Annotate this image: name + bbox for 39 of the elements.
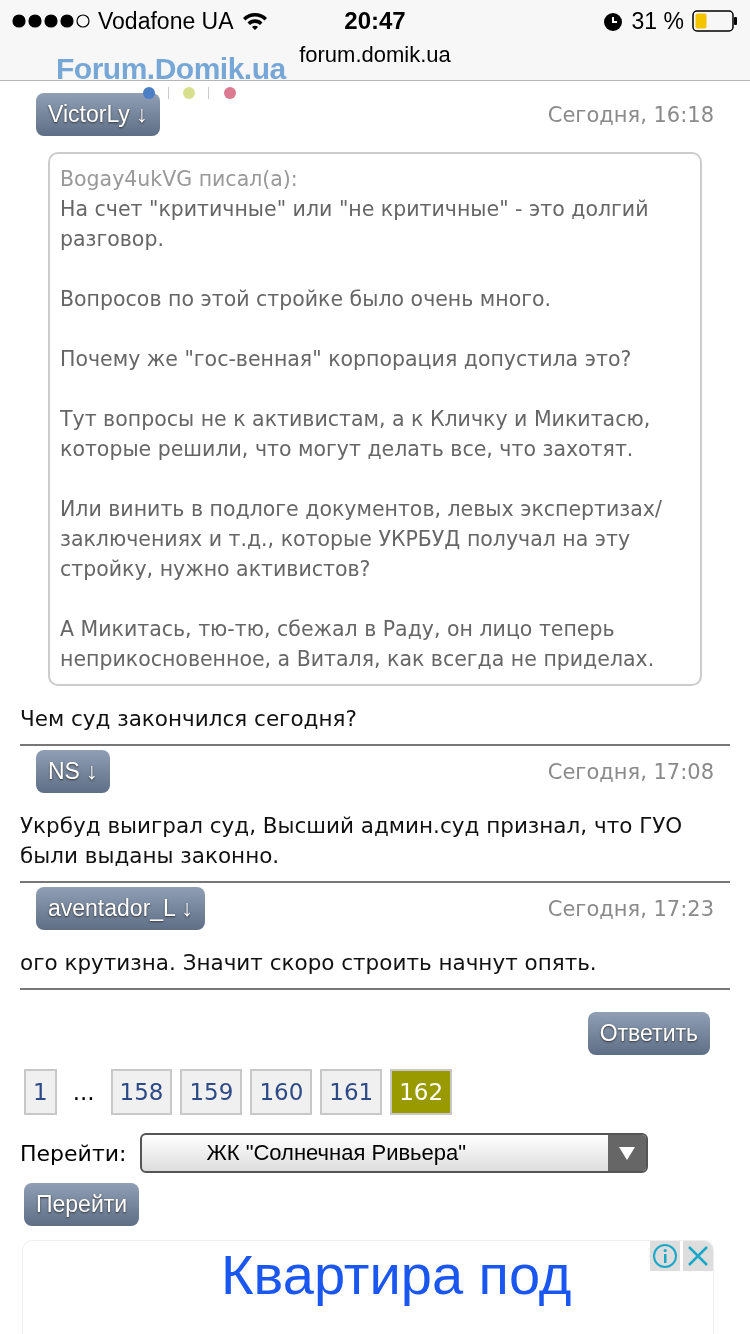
carrier-name: Vodafone UA	[98, 7, 234, 35]
page-link[interactable]: 162	[390, 1069, 453, 1115]
go-button[interactable]: Перейти	[24, 1183, 140, 1226]
quote-paragraph: Или винить в подлоге документов, левых экспертизах/заключениях и т.д., которые УКРБУД получал на эту стройку, нужно активистов?	[60, 496, 663, 583]
quote-paragraph: Тут вопросы не к активистам, а к Кличку и Микитасю, которые решили, что могут делать все, что захотят.	[60, 406, 652, 463]
post-date: Сегодня, 17:23	[547, 896, 714, 921]
forum-select[interactable]: ЖК "Солнечная Ривьера"	[140, 1133, 648, 1173]
author-button[interactable]: NS ↓	[36, 750, 110, 793]
page-link[interactable]: 160	[250, 1069, 313, 1115]
quote-author: Bogay4ukVG писал(а):	[60, 166, 299, 193]
post-date: Сегодня, 17:08	[547, 759, 714, 784]
author-button[interactable]: VictorLy ↓	[36, 93, 160, 136]
quote-paragraph: На счет "критичные" или "не критичные" - это долгий разговор.	[60, 196, 650, 253]
author-button[interactable]: aventador_L ↓	[36, 887, 205, 930]
post-text: Укрбуд выиграл суд, Высший админ.суд признал, что ГУО были выданы законно.	[20, 812, 684, 870]
wifi-icon	[241, 11, 268, 31]
page-link[interactable]: 161	[320, 1069, 383, 1115]
address-url[interactable]: forum.domik.ua	[299, 42, 451, 67]
quote-paragraph: Почему же "гос-венная" корпорация допустила это?	[60, 346, 633, 373]
page-link[interactable]: 158	[110, 1069, 173, 1115]
battery-percent: 31 %	[631, 7, 684, 35]
reply-button[interactable]: Ответить	[587, 1012, 710, 1055]
page-link[interactable]: 159	[180, 1069, 243, 1115]
caret-icon	[608, 1135, 646, 1171]
quote-paragraph: Вопросов по этой стройке было очень много.	[60, 286, 553, 313]
info-icon[interactable]	[650, 1241, 680, 1271]
signal-icon	[12, 14, 90, 28]
post-text: ого крутизна. Значит скоро строить начнут опять.	[20, 949, 598, 977]
clock-time: 20:47	[344, 7, 406, 35]
dots-icon	[142, 86, 238, 100]
ad-banner[interactable]: Квартира под	[22, 1240, 714, 1334]
page-link[interactable]: 1	[24, 1069, 57, 1115]
close-icon[interactable]	[683, 1241, 713, 1271]
post-text: Чем суд закончился сегодня?	[20, 705, 358, 733]
jump-label: Перейти:	[20, 1140, 127, 1166]
post-date: Сегодня, 16:18	[547, 102, 714, 127]
pagination-ellipsis: ...	[71, 1079, 96, 1105]
battery-icon	[692, 10, 738, 32]
quote-paragraph: А Микитась, тю-тю, сбежал в Раду, он лицо теперь неприкосновенное, а Виталя, как всегда не приделах.	[60, 616, 656, 673]
